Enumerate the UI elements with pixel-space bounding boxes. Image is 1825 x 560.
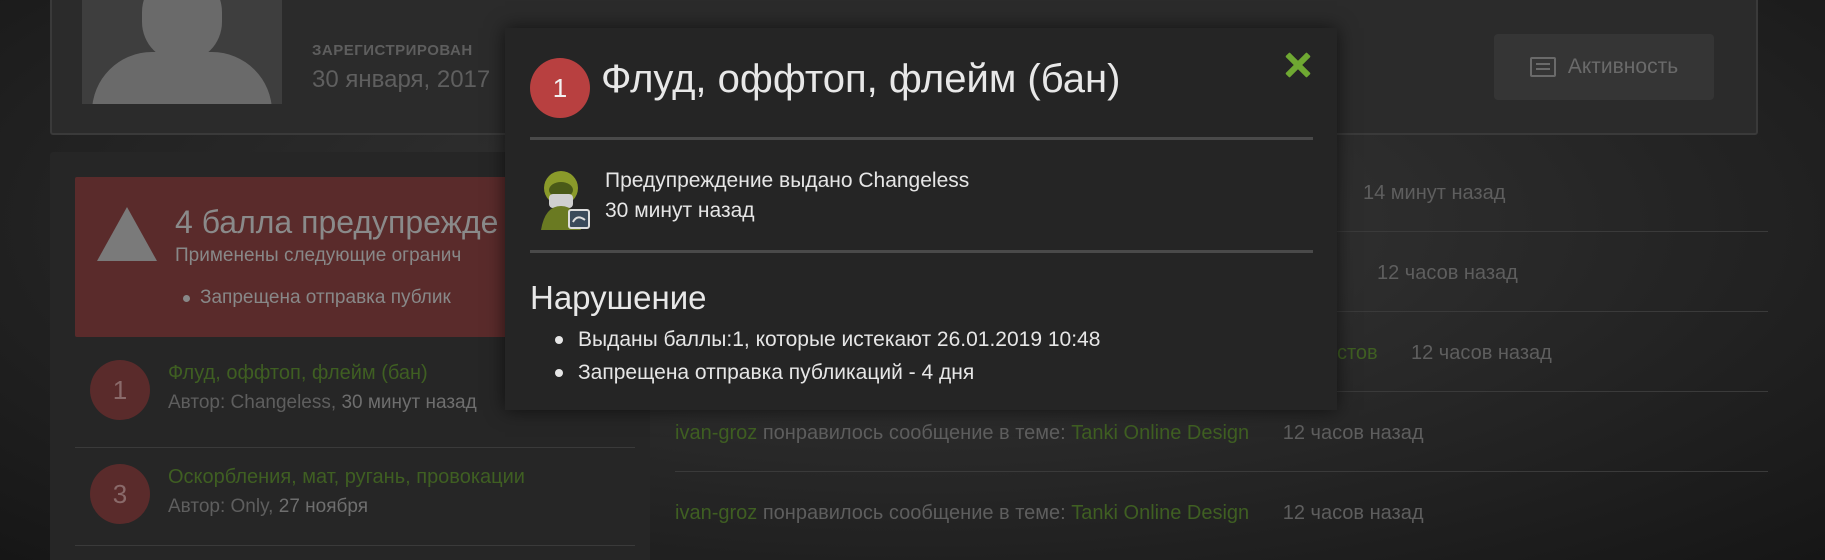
feed-entry: ivan-groz понравилось сообщение в теме: … (675, 422, 1424, 445)
violation-heading: Нарушение (530, 279, 707, 316)
issued-time: 30 минут назад (605, 199, 755, 222)
activity-button[interactable]: Активность (1494, 34, 1714, 100)
feed-time: 12 часов назад (1282, 502, 1424, 524)
warning-author: Автор: Only, (168, 496, 274, 517)
feed-row: ivan-groz понравилось сообщение в теме: … (675, 472, 1768, 552)
close-icon[interactable] (1281, 48, 1315, 82)
feed-user-link[interactable]: ivan-groz (675, 422, 757, 444)
violation-detail-item: Выданы баллы:1, которые истекают 26.01.2… (530, 323, 1100, 356)
issuer-avatar (541, 171, 590, 230)
divider (530, 137, 1313, 140)
feed-time: 12 часов назад (1411, 342, 1552, 364)
registered-label: ЗАРЕГИСТРИРОВАН (312, 42, 473, 59)
registered-date: 30 января, 2017 (312, 66, 491, 93)
newspaper-icon (1529, 57, 1556, 77)
warning-points-badge: 1 (530, 58, 590, 118)
warning-triangle-icon (97, 207, 157, 261)
feed-action: понравилось сообщение в теме: (762, 422, 1066, 444)
feed-time: 14 минут назад (1363, 182, 1506, 204)
warning-meta: Автор: Changeless, 30 минут назад (168, 392, 477, 414)
warning-time: 30 минут назад (341, 392, 477, 413)
divider (530, 250, 1313, 253)
warning-list-item[interactable]: 3 Оскорбления, мат, ругань, провокации А… (90, 464, 630, 534)
feed-action: понравилось сообщение в теме: (762, 502, 1066, 524)
warning-details-modal: 1 Флуд, оффтоп, флейм (бан) Предупрежден… (505, 28, 1337, 410)
profile-avatar (82, 0, 282, 104)
warning-points-badge: 1 (90, 360, 150, 420)
activity-button-label: Активность (1567, 55, 1679, 78)
warning-subtitle: Применены следующие огранич (175, 245, 462, 266)
warning-title-link[interactable]: Флуд, оффтоп, флейм (бан) (168, 362, 428, 385)
warning-points-badge: 3 (90, 464, 150, 524)
warning-time: 27 ноября (278, 496, 369, 517)
feed-time: 12 часов назад (1282, 422, 1424, 444)
warning-author: Автор: Changeless, (168, 392, 337, 413)
feed-time: 12 часов назад (1377, 262, 1518, 284)
divider (75, 447, 635, 448)
feed-topic-link[interactable]: Tanki Online Design (1071, 422, 1249, 444)
warning-meta: Автор: Only, 27 ноября (168, 496, 368, 518)
issued-by: Предупреждение выдано Changeless (605, 169, 970, 192)
warning-restriction: Запрещена отправка публик (183, 287, 451, 308)
feed-entry: ivan-groz понравилось сообщение в теме: … (675, 502, 1424, 525)
warning-title-link[interactable]: Оскорбления, мат, ругань, провокации (168, 466, 525, 489)
divider (75, 545, 635, 546)
feed-topic-link[interactable]: Tanki Online Design (1071, 502, 1249, 524)
violation-detail-item: Запрещена отправка публикаций - 4 дня (530, 356, 1100, 389)
violation-details: Выданы баллы:1, которые истекают 26.01.2… (530, 323, 1100, 389)
modal-title: Флуд, оффтоп, флейм (бан) (601, 57, 1121, 101)
feed-topic-tail[interactable]: стов (1337, 342, 1378, 365)
warning-points-title: 4 балла предупрежде (175, 204, 499, 240)
feed-user-link[interactable]: ivan-groz (675, 502, 757, 524)
